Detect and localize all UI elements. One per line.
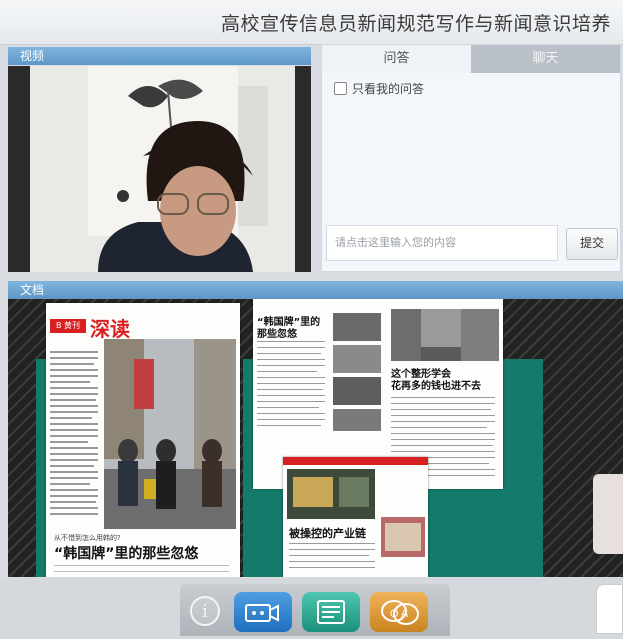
submit-button[interactable]: 提交	[566, 228, 618, 260]
section-badge: B 黄刊	[50, 319, 86, 333]
camera-icon	[245, 604, 279, 622]
document-viewer[interactable]: B 黄刊 深读 从不惜到怎么用韩的? “韩国牌”里的那些忽悠 “韩国牌”里的 那…	[8, 299, 623, 577]
video-panel-header: 视频	[8, 47, 311, 65]
title-bar: 高校宣传信息员新闻规范写作与新闻意识培养	[0, 0, 623, 45]
right-street-photo	[391, 309, 499, 361]
newspaper-page-left: B 黄刊 深读 从不惜到怎么用韩的? “韩国牌”里的那些忽悠	[46, 303, 240, 577]
camera-button[interactable]	[234, 592, 292, 632]
document-panel-header: 文档	[8, 281, 623, 299]
left-page-headline: “韩国牌”里的那些忽悠	[54, 546, 199, 562]
street-photo	[104, 339, 236, 529]
store-photo	[381, 517, 425, 557]
only-mine-toggle[interactable]: 只看我的问答	[334, 80, 424, 97]
presenter-video-image	[8, 66, 311, 272]
video-panel-label: 视频	[20, 49, 45, 63]
left-column-text	[50, 347, 100, 527]
right-top-text-column	[257, 339, 327, 459]
qa-button[interactable]: Q A	[370, 592, 428, 632]
right-top-headline-2: 那些忽悠	[257, 329, 297, 340]
left-page-question: 从不惜到怎么用韩的?	[54, 534, 121, 542]
only-mine-checkbox[interactable]	[334, 82, 347, 95]
qa-icon-text: Q A	[390, 608, 409, 620]
window-title: 高校宣传信息员新闻规范写作与新闻意识培养	[220, 13, 611, 35]
right-bottom-headline: 被操控的产业链	[289, 527, 366, 540]
qa-tabs: 问答 聊天	[322, 45, 620, 73]
info-icon[interactable]: i	[190, 596, 220, 626]
tab-qa[interactable]: 问答	[322, 45, 471, 73]
shop-photo	[287, 469, 375, 519]
only-mine-label: 只看我的问答	[352, 82, 425, 96]
question-input[interactable]: 请点击这里输入您的内容	[326, 225, 558, 261]
bottom-toolbar: i Q A	[0, 578, 623, 639]
toolbar-dock: i Q A	[180, 584, 450, 636]
tab-chat[interactable]: 聊天	[471, 45, 620, 73]
right-small-photos	[333, 313, 381, 431]
right-mid-headline-2: 花再多的钱也进不去	[391, 381, 481, 392]
newspaper-page-right-bottom: 被操控的产业链	[283, 457, 428, 577]
qa-panel: 问答 聊天 只看我的问答 请点击这里输入您的内容 提交	[321, 44, 621, 272]
document-icon	[317, 600, 345, 624]
document-panel-label: 文档	[20, 283, 45, 297]
section-masthead: 深读	[90, 317, 130, 341]
edge-card	[596, 584, 623, 634]
video-feed	[8, 66, 311, 272]
document-button[interactable]	[302, 592, 360, 632]
qa-icon: Q A	[381, 600, 419, 625]
floating-edge-element	[593, 474, 623, 554]
section-strip	[283, 457, 428, 465]
